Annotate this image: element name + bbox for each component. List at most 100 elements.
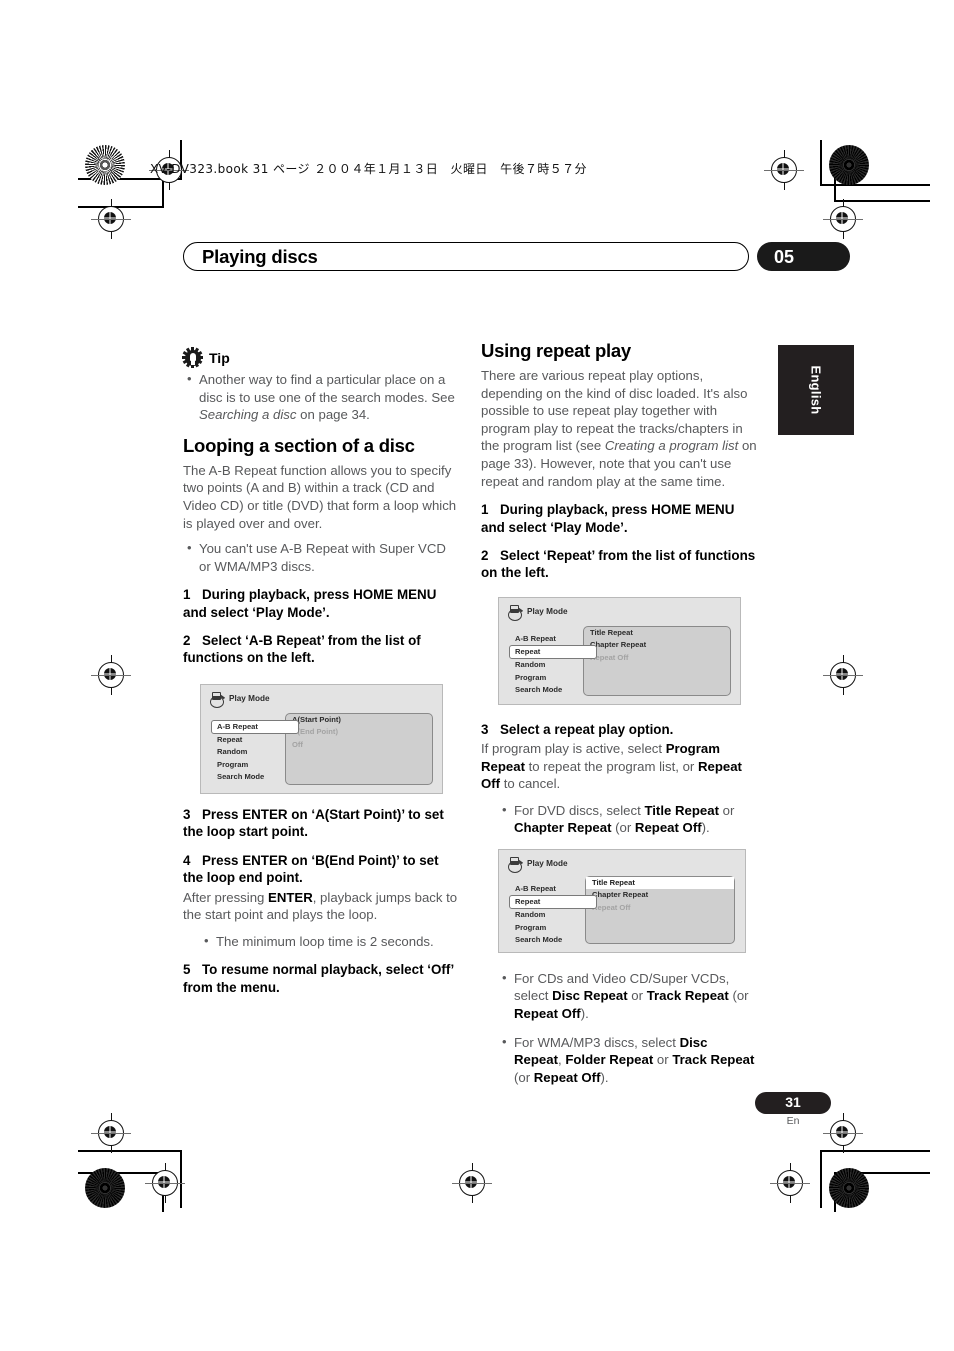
tip-heading: Tip <box>182 347 460 368</box>
osd-function-list: A-B Repeat Repeat Random Program Search … <box>509 883 597 947</box>
osd-option-item[interactable]: Chapter Repeat <box>584 639 730 652</box>
osd-option-item[interactable]: A(Start Point) <box>286 714 432 727</box>
step-number: 3 <box>183 806 191 822</box>
step-4-bullet-list: The minimum loop time is 2 seconds. <box>200 932 460 951</box>
right-column: Using repeat play There are various repe… <box>481 340 758 1097</box>
left-column: Tip Another way to find a particular pla… <box>182 347 460 1007</box>
page-title: Playing discs <box>202 246 318 267</box>
tip-label: Tip <box>209 349 230 366</box>
registration-mark-right-middle <box>823 655 863 695</box>
osd-function-item-repeat[interactable]: Repeat <box>509 895 597 910</box>
osd-function-item-random[interactable]: Random <box>510 909 595 922</box>
page-language-code: En <box>786 1115 800 1127</box>
osd-function-list: A-B Repeat Repeat Random Program Search … <box>211 719 299 784</box>
osd-option-item[interactable]: B(End Point) <box>286 726 432 739</box>
page-number-label: 31 <box>785 1094 801 1110</box>
osd-function-item-search-mode[interactable]: Search Mode <box>510 684 595 697</box>
osd-title-row: Play Mode <box>210 691 270 708</box>
list-item: You can't use A-B Repeat with Super VCD … <box>183 539 460 575</box>
registration-mark-bottom-center <box>452 1163 492 1203</box>
osd-figure-repeat: Play Mode Title Repeat Chapter Repeat Re… <box>498 596 741 705</box>
osd-option-item[interactable]: Repeat Off <box>586 902 734 915</box>
step-number: 5 <box>183 962 191 978</box>
osd-option-item[interactable]: Off <box>286 739 432 752</box>
list-item: Another way to find a particular place o… <box>183 370 460 424</box>
list-item: For DVD discs, select Title Repeat or Ch… <box>498 801 758 837</box>
step-text: Select a repeat play option. <box>500 721 674 737</box>
osd-function-item-search-mode[interactable]: Search Mode <box>212 771 297 784</box>
language-side-tab-label: English <box>808 365 824 415</box>
osd-function-item-repeat[interactable]: Repeat <box>212 734 297 747</box>
step-5-looping: 5 To resume normal playback, select ‘Off’… <box>183 961 460 996</box>
osd-option-item[interactable]: Chapter Repeat <box>586 889 734 902</box>
registration-mark-right-edge-upper <box>823 199 863 239</box>
step-number: 2 <box>481 547 489 563</box>
osd-function-item-program[interactable]: Program <box>212 759 297 772</box>
step-2-looping: 2 Select ‘A-B Repeat’ from the list of fu… <box>183 632 460 667</box>
osd-function-item-program[interactable]: Program <box>510 922 595 935</box>
step-4-looping: 4 Press ENTER on ‘B(End Point)’ to set th… <box>183 852 460 887</box>
osd-function-list: A-B Repeat Repeat Random Program Search … <box>509 633 597 697</box>
osd-title-label: Play Mode <box>229 694 270 704</box>
color-registration-target-top-left <box>85 145 125 185</box>
osd-title-row: Play Mode <box>508 604 568 621</box>
osd-option-panel: A(Start Point) B(End Point) Off <box>285 712 433 785</box>
registration-mark-right-upper <box>764 150 804 190</box>
osd-function-item-random[interactable]: Random <box>212 746 297 759</box>
osd-function-item-repeat[interactable]: Repeat <box>509 645 597 660</box>
registration-mark-bottom-right <box>770 1163 810 1203</box>
registration-mark-left-lower <box>91 1113 131 1153</box>
tip-bullet-list: Another way to find a particular place o… <box>183 370 460 424</box>
step-text: To resume normal playback, select ‘Off’ … <box>183 962 454 995</box>
list-item: For WMA/MP3 discs, select Disc Repeat, F… <box>498 1033 758 1087</box>
play-mode-icon <box>508 856 524 873</box>
step-number: 4 <box>183 852 191 868</box>
osd-title-label: Play Mode <box>527 607 568 617</box>
osd-option-item[interactable]: Repeat Off <box>584 652 730 665</box>
section-heading-looping: Looping a section of a disc <box>183 434 415 456</box>
chapter-number-label: 05 <box>774 247 795 267</box>
play-mode-icon <box>508 604 524 621</box>
registration-mark-left-upper <box>91 199 131 239</box>
registration-mark-bottom-left <box>145 1163 185 1203</box>
osd-option-panel: Title Repeat Chapter Repeat Repeat Off <box>583 625 731 696</box>
looping-note-list: You can't use A-B Repeat with Super VCD … <box>183 539 460 575</box>
registration-mark-right-lower <box>823 1113 863 1153</box>
print-header-text: XV-DV323.book 31 ページ ２００４年１月１３日 火曜日 午後７時… <box>150 162 587 176</box>
osd-option-item[interactable]: Title Repeat <box>586 876 734 890</box>
section-intro-looping: The A-B Repeat function allows you to sp… <box>183 462 457 531</box>
osd-function-item-random[interactable]: Random <box>510 659 595 672</box>
step-number: 2 <box>183 633 191 649</box>
page-number-badge: 31 <box>755 1092 831 1114</box>
gear-icon <box>182 347 203 368</box>
osd-option-item[interactable]: Title Repeat <box>584 627 730 640</box>
osd-function-item-ab-repeat[interactable]: A-B Repeat <box>211 719 299 734</box>
step-text: During playback, press HOME MENU and sel… <box>481 502 735 535</box>
step-1-looping: 1 During playback, press HOME MENU and se… <box>183 586 460 621</box>
step-text: Select ‘Repeat’ from the list of functio… <box>481 547 756 581</box>
color-registration-target-bottom-left <box>85 1168 125 1208</box>
list-item: For CDs and Video CD/Super VCDs, select … <box>498 969 758 1023</box>
osd-title-row: Play Mode <box>508 856 568 873</box>
step-3-looping: 3 Press ENTER on ‘A(Start Point)’ to set … <box>183 806 460 841</box>
osd-function-item-search-mode[interactable]: Search Mode <box>510 934 595 947</box>
step-3-repeat: 3 Select a repeat play option. <box>481 721 758 738</box>
repeat-wma-bullet-list: For WMA/MP3 discs, select Disc Repeat, F… <box>498 1033 758 1087</box>
osd-function-item-program[interactable]: Program <box>510 672 595 685</box>
play-mode-icon <box>210 691 226 708</box>
osd-function-item-ab-repeat[interactable]: A-B Repeat <box>510 883 595 896</box>
step-text: Press ENTER on ‘A(Start Point)’ to set t… <box>183 806 444 840</box>
step-1-repeat: 1 During playback, press HOME MENU and se… <box>481 501 758 536</box>
registration-mark-left-middle <box>91 655 131 695</box>
step-text: Select ‘A-B Repeat’ from the list of fun… <box>183 633 421 666</box>
color-registration-target-bottom-right <box>829 1168 869 1208</box>
osd-title-label: Play Mode <box>527 859 568 869</box>
step-text: During playback, press HOME MENU and sel… <box>183 587 437 620</box>
step-4-detail: After pressing ENTER, playback jumps bac… <box>183 889 458 923</box>
list-item: The minimum loop time is 2 seconds. <box>200 932 460 951</box>
osd-figure-ab-repeat: Play Mode A(Start Point) B(End Point) Of… <box>200 683 443 794</box>
osd-function-item-ab-repeat[interactable]: A-B Repeat <box>510 633 595 646</box>
chapter-number-badge: 05 <box>757 242 850 271</box>
language-side-tab: English <box>778 345 854 435</box>
step-text: Press ENTER on ‘B(End Point)’ to set the… <box>183 852 439 886</box>
